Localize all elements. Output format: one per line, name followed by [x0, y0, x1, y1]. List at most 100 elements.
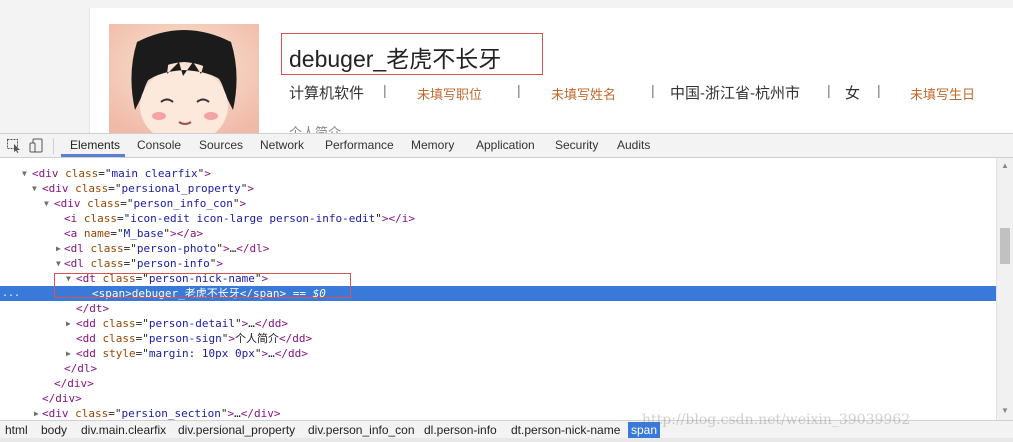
dom-node-code: <span>debuger_老虎不长牙</span> == $0 — [92, 286, 326, 301]
devtools-toolbar: Elements Console Sources Network Perform… — [0, 133, 1013, 158]
dom-node-code: </div> — [54, 376, 94, 391]
scroll-down-icon[interactable]: ▼ — [1001, 406, 1009, 415]
tab-network[interactable]: Network — [260, 134, 304, 158]
expand-arrow-icon[interactable]: ▼ — [32, 181, 37, 196]
code-token: 个人简介 — [234, 332, 279, 345]
name-empty[interactable]: 未填写姓名 — [551, 84, 616, 103]
tab-audits[interactable]: Audits — [617, 134, 650, 158]
dom-node-code: <dl class="person-info"> — [64, 256, 223, 271]
inspect-icon[interactable] — [6, 138, 22, 153]
code-token: class — [83, 212, 117, 225]
code-token: </dd> — [278, 332, 313, 345]
breadcrumb-item[interactable]: body — [38, 422, 70, 438]
scroll-up-icon[interactable]: ▲ — [1001, 161, 1009, 170]
breadcrumb-item[interactable]: div.person_info_con — [305, 422, 418, 438]
dom-node-line[interactable]: ▼ <div class="persional_property"> — [0, 181, 996, 196]
dom-node-line[interactable]: </div> — [0, 376, 996, 391]
code-token: person-nick-name — [148, 272, 255, 285]
code-token: <div — [42, 407, 76, 420]
code-token: =" — [123, 257, 137, 270]
vertical-scrollbar[interactable]: ▲ ▼ — [996, 158, 1013, 420]
expand-arrow-icon[interactable]: ▼ — [56, 256, 61, 271]
code-token: =" — [135, 317, 149, 330]
dom-node-code: <i class="icon-edit icon-large person-in… — [64, 211, 415, 226]
dom-node-line[interactable]: ▼ <dt class="person-nick-name"> — [0, 271, 996, 286]
code-token: > — [228, 332, 235, 345]
code-token: <span> — [92, 287, 132, 300]
more-icon[interactable]: ... — [2, 286, 20, 301]
dom-node-code: <div class="person_info_con"> — [54, 196, 246, 211]
tab-memory[interactable]: Memory — [411, 134, 454, 158]
dom-node-code: <dt class="person-nick-name"> — [76, 271, 268, 286]
code-token: M_base — [123, 227, 164, 240]
dom-node-line[interactable]: <a name="M_base"></a> — [0, 226, 996, 241]
code-token: class — [65, 167, 99, 180]
code-token: … — [234, 407, 241, 420]
dom-node-line[interactable]: </dt> — [0, 301, 996, 316]
breadcrumb-item[interactable]: dt.person-nick-name — [508, 422, 623, 438]
breadcrumb-item[interactable]: dl.person-info — [421, 422, 500, 438]
device-toolbar-icon[interactable] — [29, 138, 45, 153]
code-token: ></i> — [381, 212, 416, 225]
code-token: main clearfix — [111, 167, 198, 180]
dom-node-code: <dl class="person-photo">…</dl> — [64, 241, 269, 256]
code-token: <div — [32, 167, 66, 180]
code-token: </div> — [54, 377, 94, 390]
code-token: class — [75, 407, 109, 420]
elements-tree[interactable]: ▼ <div class="main clearfix"> ▼ <div class=… — [0, 158, 996, 420]
highlight-box — [281, 33, 543, 75]
collapse-arrow-icon[interactable]: ▶ — [66, 316, 71, 331]
tab-application[interactable]: Application — [476, 134, 535, 158]
job-empty[interactable]: 未填写职位 — [417, 84, 482, 103]
expand-arrow-icon[interactable]: ▼ — [44, 196, 49, 211]
code-token: =" — [135, 272, 149, 285]
code-token: =" — [98, 167, 112, 180]
code-token: … — [248, 317, 255, 330]
dom-node-code: <dd class="person-detail">…</dd> — [76, 316, 288, 331]
birthday-empty[interactable]: 未填写生日 — [910, 84, 975, 103]
dom-node-line[interactable]: ▶ <dl class="person-photo">…</dl> — [0, 241, 996, 256]
dom-node-line[interactable]: ▶ <dd class="person-detail">…</dd> — [0, 316, 996, 331]
person-sign: 个人简介 — [289, 125, 342, 133]
dom-node-line[interactable]: <dd class="person-sign">个人简介</dd> — [0, 331, 996, 346]
dom-node-line[interactable]: </dl> — [0, 361, 996, 376]
separator: | — [827, 82, 831, 98]
tab-security[interactable]: Security — [555, 134, 598, 158]
tab-console[interactable]: Console — [137, 134, 181, 158]
code-token: icon-edit icon-large person-info-edit — [130, 212, 376, 225]
collapse-arrow-icon[interactable]: ▶ — [66, 346, 71, 361]
expand-arrow-icon[interactable]: ▼ — [22, 166, 27, 181]
code-token: == — [286, 287, 313, 300]
gender: 女 — [845, 85, 861, 102]
code-token: <dd — [76, 332, 103, 345]
collapse-arrow-icon[interactable]: ▶ — [56, 241, 61, 256]
dom-node-line[interactable]: ... <span>debuger_老虎不长牙</span> == $0 — [0, 286, 996, 301]
expand-arrow-icon[interactable]: ▼ — [66, 271, 71, 286]
dom-node-line[interactable]: ▼ <div class="person_info_con"> — [0, 196, 996, 211]
code-token: person-info — [136, 257, 210, 270]
code-token: class — [90, 242, 124, 255]
dom-node-line[interactable]: <i class="icon-edit icon-large person-in… — [0, 211, 996, 226]
location: 中国-浙江省-杭州市 — [670, 85, 800, 102]
code-token: class — [87, 197, 121, 210]
breadcrumb-item[interactable]: html — [2, 422, 31, 438]
breadcrumb-item[interactable]: div.persional_property — [175, 422, 298, 438]
code-token: ></a> — [170, 227, 204, 240]
dom-node-line[interactable]: </div> — [0, 391, 996, 406]
dom-node-line[interactable]: ▼ <dl class="person-info"> — [0, 256, 996, 271]
code-token: person_info_con — [133, 197, 233, 210]
code-token: person-sign — [148, 332, 222, 345]
dom-node-line[interactable]: ▼ <div class="main clearfix"> — [0, 166, 996, 181]
dom-node-code: <div class="main clearfix"> — [32, 166, 211, 181]
collapse-arrow-icon[interactable]: ▶ — [34, 406, 39, 420]
separator: | — [651, 82, 655, 98]
code-token: </div> — [42, 392, 82, 405]
breadcrumb-item[interactable]: div.main.clearfix — [78, 422, 169, 438]
code-token: name — [83, 227, 111, 240]
code-token: =" — [123, 242, 137, 255]
tab-sources[interactable]: Sources — [199, 134, 243, 158]
tab-performance[interactable]: Performance — [325, 134, 394, 158]
code-token: =" — [135, 332, 149, 345]
dom-node-line[interactable]: ▶ <dd style="margin: 10px 0px">…</dd> — [0, 346, 996, 361]
scrollbar-thumb[interactable] — [1000, 228, 1010, 264]
